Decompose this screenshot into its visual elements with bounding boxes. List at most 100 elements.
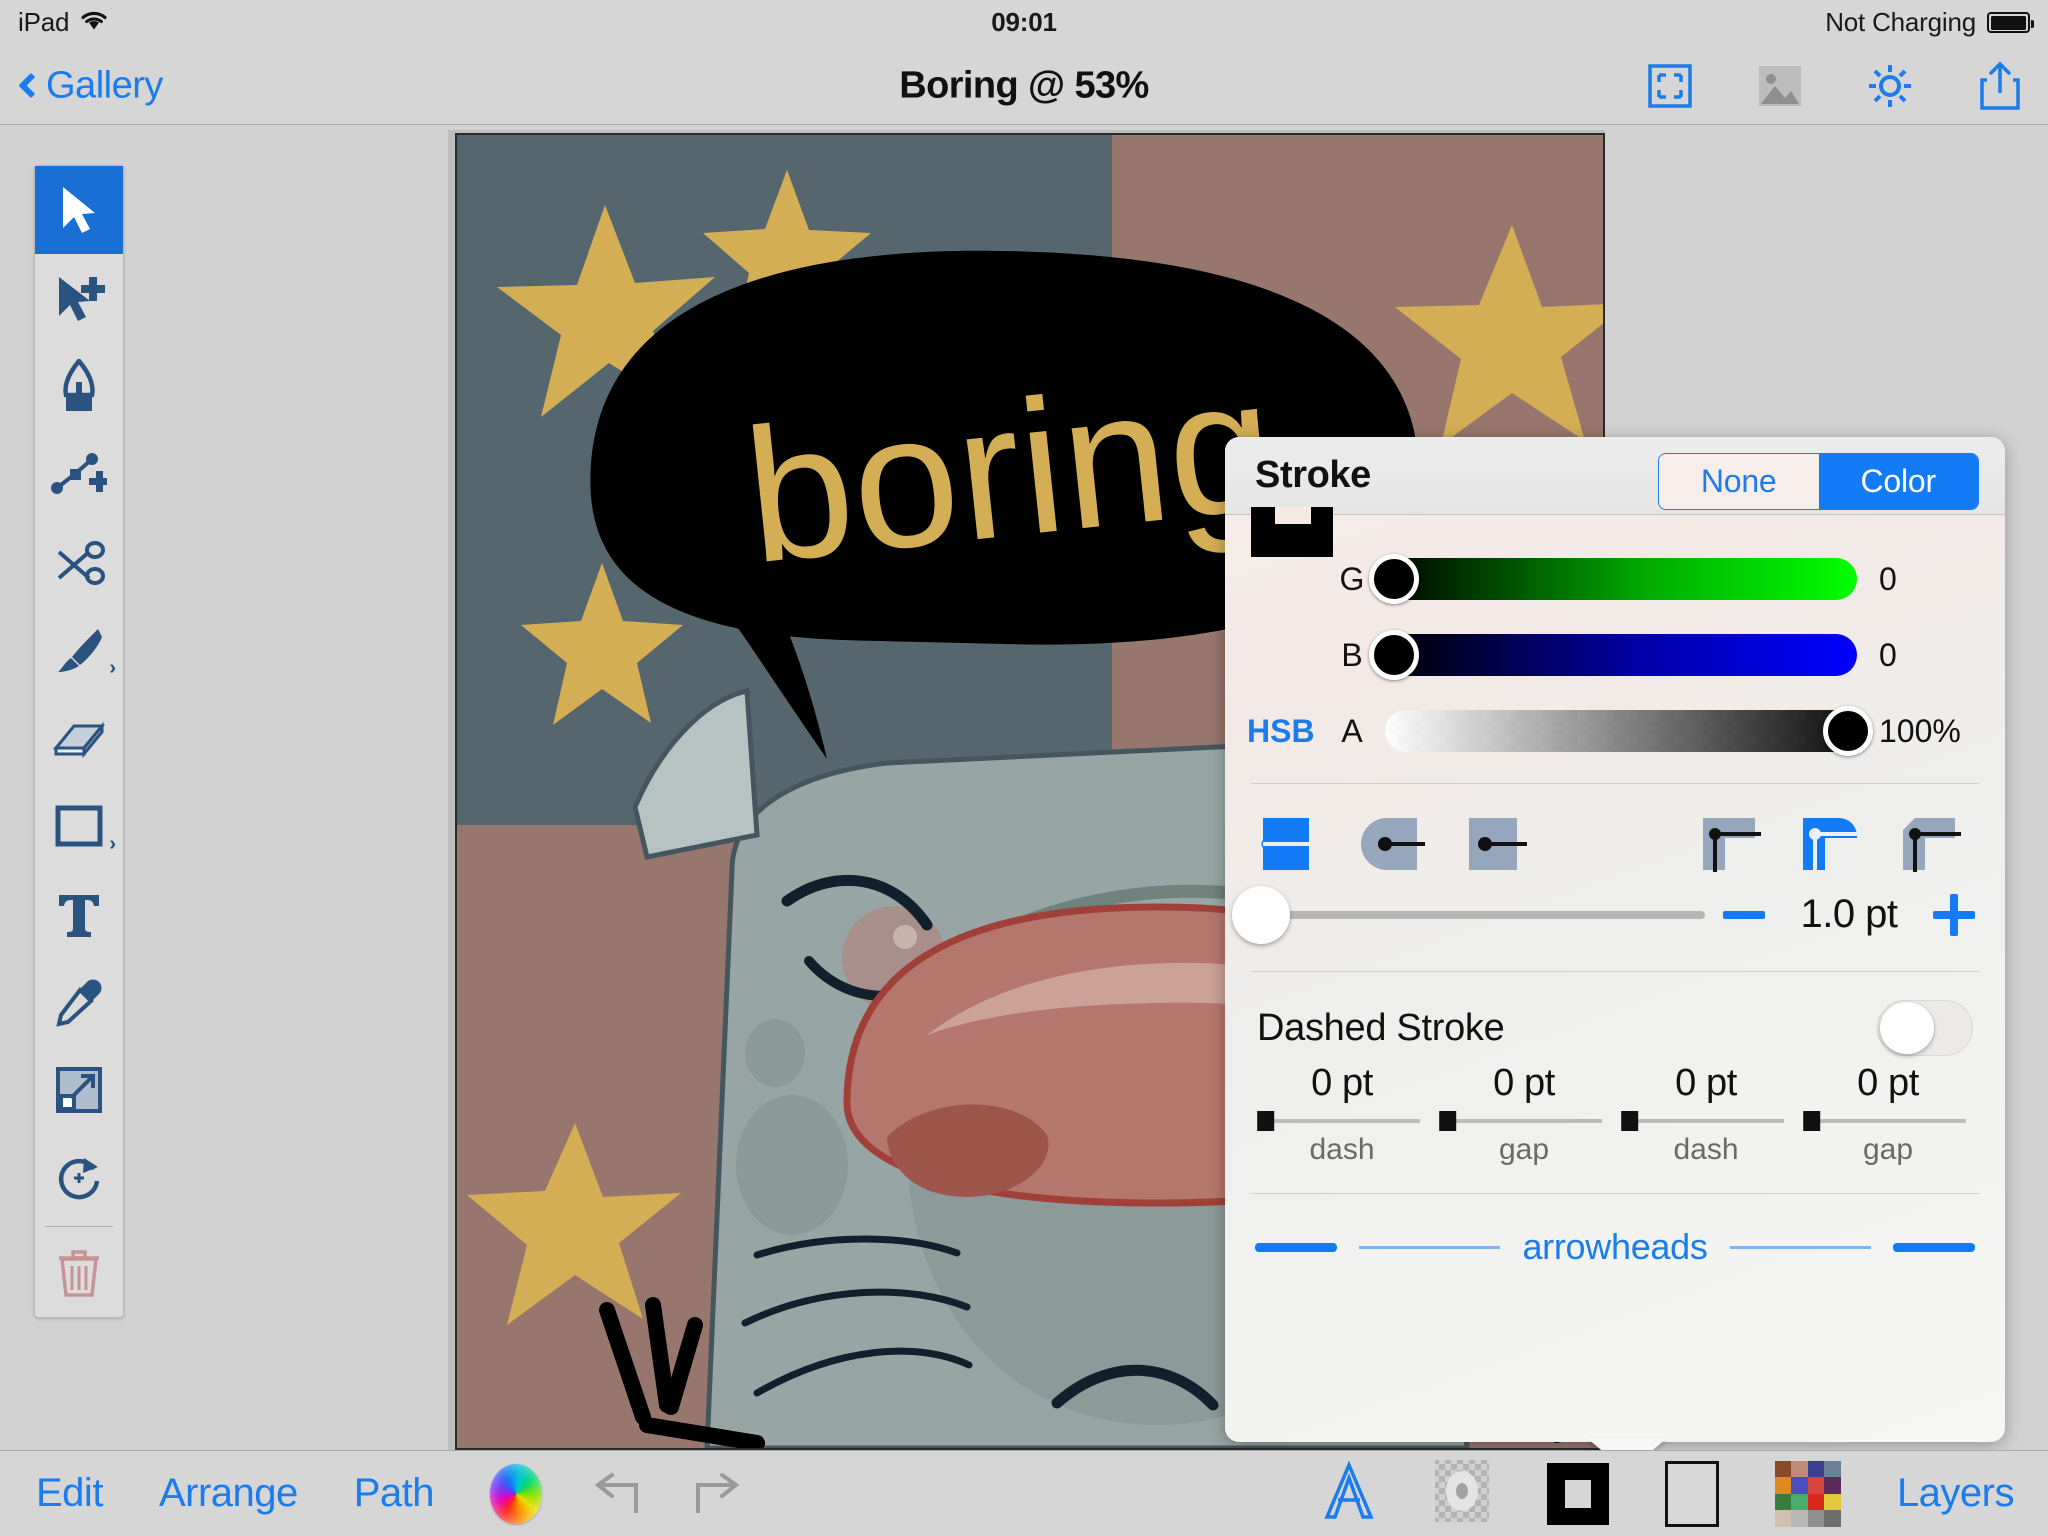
green-slider-knob[interactable]	[1369, 554, 1420, 604]
fill-swatch[interactable]	[1664, 1460, 1719, 1527]
redo-icon[interactable]	[684, 1471, 746, 1517]
dash-caption-4: gap	[1862, 1133, 1914, 1166]
green-slider-value: 0	[1879, 560, 1897, 597]
alpha-slider-track[interactable]	[1385, 706, 1873, 756]
dash-slider-2[interactable]	[1438, 1111, 1603, 1131]
arrowheads-link[interactable]: arrowheads	[1522, 1226, 1707, 1268]
hsb-mode-link[interactable]: HSB	[1247, 713, 1315, 750]
dash-caption-3: dash	[1673, 1133, 1739, 1166]
current-color-swatch[interactable]	[1251, 507, 1333, 557]
status-bar-time: 09:01	[991, 7, 1057, 37]
share-icon[interactable]	[1974, 60, 2026, 112]
cap-square-icon[interactable]	[1457, 816, 1535, 872]
blue-slider-value: 0	[1879, 636, 1897, 673]
eraser-tool[interactable]	[35, 694, 123, 782]
arrowhead-end-preview[interactable]	[1893, 1242, 1976, 1252]
rectangle-tool[interactable]: ›	[35, 782, 123, 870]
brush-tool[interactable]: ›	[35, 606, 123, 694]
path-menu-button[interactable]: Path	[354, 1471, 435, 1516]
chevron-right-icon: ›	[109, 657, 116, 679]
dash-field-3: 0 pt dash	[1615, 1062, 1797, 1167]
undo-icon[interactable]	[588, 1471, 650, 1517]
chevron-right-icon: ›	[109, 833, 116, 855]
dash-caption-2: gap	[1498, 1133, 1550, 1166]
stroke-popover-header: Stroke None Color	[1225, 437, 2005, 515]
cap-round-icon[interactable]	[1357, 816, 1435, 872]
select-tool[interactable]	[35, 166, 123, 254]
gear-icon[interactable]	[1864, 60, 1916, 112]
dash-slider-1[interactable]	[1256, 1111, 1421, 1131]
dash-field-4: 0 pt gap	[1797, 1062, 1979, 1167]
scale-tool[interactable]	[35, 1046, 123, 1134]
text-tool[interactable]	[35, 870, 123, 958]
arrowhead-line-right	[1729, 1245, 1872, 1249]
stroke-mode-segmented-control: None Color	[1657, 453, 1979, 510]
add-node-tool[interactable]	[35, 430, 123, 518]
dash-slider-knob-3[interactable]	[1620, 1111, 1638, 1131]
pen-tool[interactable]	[35, 342, 123, 430]
text-style-icon[interactable]	[1321, 1460, 1377, 1527]
edit-menu-button[interactable]: Edit	[36, 1471, 103, 1516]
stroke-mode-none[interactable]: None	[1658, 454, 1819, 509]
rotate-tool[interactable]	[35, 1134, 123, 1222]
stroke-width-value: 1.0 pt	[1800, 892, 1898, 936]
delete-tool[interactable]	[35, 1229, 123, 1317]
stroke-popover: Stroke None Color G 0 B 0 HSB A 100% 1.0…	[1225, 437, 2005, 1472]
slider-row-alpha: HSB A 100%	[1225, 693, 2005, 769]
stroke-width-plus-button[interactable]	[1933, 893, 1975, 936]
dash-slider-knob-1[interactable]	[1256, 1111, 1274, 1131]
stroke-width-row: 1.0 pt	[1225, 882, 2005, 957]
alpha-slider-knob[interactable]	[1822, 706, 1873, 756]
dash-value-4: 0 pt	[1857, 1062, 1919, 1104]
dash-slider-4[interactable]	[1802, 1111, 1967, 1131]
green-slider-track[interactable]	[1369, 554, 1857, 604]
cap-butt-icon[interactable]	[1257, 816, 1335, 872]
dash-slider-knob-2[interactable]	[1438, 1111, 1456, 1131]
stroke-width-minus-button[interactable]	[1723, 910, 1765, 919]
blue-slider-knob[interactable]	[1369, 630, 1420, 680]
battery-full-icon	[1987, 12, 2034, 33]
tool-palette: › ›	[34, 165, 124, 1318]
stroke-swatch[interactable]	[1546, 1462, 1609, 1525]
cap-style-group	[1257, 816, 1535, 872]
arrowhead-start-preview[interactable]	[1255, 1242, 1337, 1252]
stroke-width-slider-knob[interactable]	[1232, 885, 1290, 944]
arrowheads-row: arrowheads	[1225, 1208, 2005, 1268]
stroke-popover-body: G 0 B 0 HSB A 100% 1.0 pt Dashed Stroke …	[1225, 507, 2005, 1268]
bottom-toolbar: Edit Arrange Path Layers	[0, 1450, 2048, 1536]
image-icon[interactable]	[1754, 60, 1806, 112]
dashed-stroke-header: Dashed Stroke	[1225, 986, 2005, 1056]
eyedropper-tool[interactable]	[35, 958, 123, 1046]
dash-value-2: 0 pt	[1493, 1062, 1555, 1104]
dash-caption-1: dash	[1309, 1133, 1375, 1166]
battery-status-text: Not Charging	[1825, 7, 1976, 37]
blue-slider-track[interactable]	[1369, 630, 1857, 680]
bottom-toolbar-left: Edit Arrange Path	[0, 1463, 746, 1524]
layers-button[interactable]: Layers	[1897, 1471, 2015, 1516]
join-bevel-icon[interactable]	[1895, 816, 1973, 872]
arrange-menu-button[interactable]: Arrange	[159, 1471, 298, 1516]
dashed-stroke-label: Dashed Stroke	[1257, 1006, 1505, 1049]
stroke-mode-color[interactable]: Color	[1818, 454, 1978, 509]
dash-slider-3[interactable]	[1620, 1111, 1785, 1131]
dash-value-1: 0 pt	[1311, 1062, 1373, 1104]
join-round-icon[interactable]	[1795, 816, 1873, 872]
status-bar: iPad 09:01 Not Charging	[0, 0, 2048, 47]
stroke-width-slider[interactable]	[1232, 885, 1705, 944]
dashed-stroke-fields: 0 pt dash 0 pt gap 0 pt dash 0 pt gap	[1225, 1056, 2005, 1167]
dash-value-3: 0 pt	[1675, 1062, 1737, 1104]
fit-to-screen-icon[interactable]	[1644, 60, 1696, 112]
palette-icon[interactable]	[1774, 1460, 1841, 1527]
scissors-tool[interactable]	[35, 518, 123, 606]
slider-label-g: G	[1339, 560, 1365, 597]
color-wheel-icon[interactable]	[490, 1463, 543, 1524]
nav-actions	[1644, 60, 2026, 112]
divider	[1251, 971, 1979, 972]
slider-label-a: A	[1341, 712, 1363, 749]
navigation-bar: Gallery Boring @ 53%	[0, 47, 2048, 125]
dashed-stroke-toggle[interactable]	[1877, 1000, 1973, 1056]
add-select-tool[interactable]	[35, 254, 123, 342]
gradient-icon[interactable]	[1433, 1458, 1491, 1529]
dash-slider-knob-4[interactable]	[1802, 1111, 1820, 1131]
join-miter-icon[interactable]	[1695, 816, 1773, 872]
